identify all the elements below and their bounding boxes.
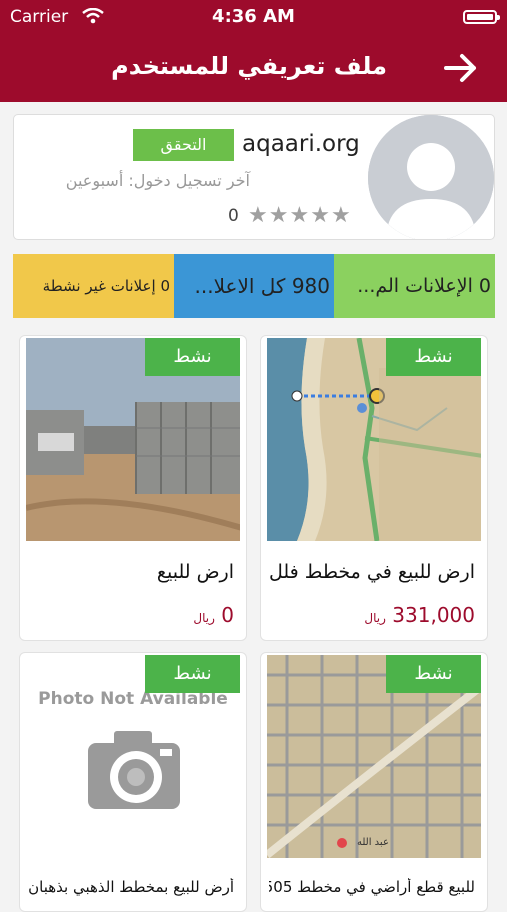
page-title: ملف تعريفي للمستخدم xyxy=(111,52,387,80)
listing-title: ارض للبيع xyxy=(156,561,234,583)
status-badge: نشط xyxy=(386,338,481,376)
clock: 4:36 AM xyxy=(212,6,295,27)
star-icon: ★ xyxy=(310,203,331,228)
listing-price: 331,000 ريال xyxy=(364,603,475,627)
stats-bar: 0 إعلانات غير نشطة 980 كل الاعلا... 0 ال… xyxy=(13,254,495,318)
tab-all-ads[interactable]: 980 كل الاعلا... xyxy=(174,254,334,318)
listing-card[interactable]: Photo Not Available نشط أرض للبيع بمخطط … xyxy=(19,652,247,912)
back-arrow-icon[interactable] xyxy=(443,50,479,86)
price-value: 0 xyxy=(221,603,234,627)
listing-title: للبيع قطع أراضي في مخطط 505 xyxy=(269,878,475,896)
last-login-text: آخر تسجيل دخول: أسبوعين xyxy=(65,171,250,190)
status-badge: نشط xyxy=(386,655,481,693)
verify-button[interactable]: التحقق xyxy=(133,129,234,161)
tab-inactive-ads[interactable]: 0 إعلانات غير نشطة xyxy=(13,254,174,318)
currency-label: ريال xyxy=(364,611,386,625)
currency-label: ريال xyxy=(193,611,215,625)
star-icon: ★ xyxy=(268,203,290,228)
rating-count: 0 xyxy=(228,206,239,226)
status-badge: نشط xyxy=(145,655,240,693)
listing-title: أرض للبيع بمخطط الذهبي بذهبان xyxy=(28,878,234,896)
rating-stars: ★★★★★ xyxy=(248,203,352,228)
listing-card[interactable]: نشط ارض للبيع 0 ريال xyxy=(19,335,247,641)
profile-card: aqaari.org التحقق آخر تسجيل دخول: أسبوعي… xyxy=(13,114,495,240)
tab-active-ads[interactable]: 0 الإعلانات الم... xyxy=(334,254,495,318)
map-label: عبد الله xyxy=(357,837,389,848)
listing-title: ارض للبيع في مخطط فلل xyxy=(269,561,475,583)
star-icon: ★ xyxy=(248,203,269,228)
battery-icon xyxy=(463,10,500,24)
nav-bar: ملف تعريفي للمستخدم xyxy=(0,34,507,102)
listing-price: 0 ريال xyxy=(193,603,234,627)
username: aqaari.org xyxy=(242,131,360,157)
status-bar: Carrier 4:36 AM xyxy=(0,0,507,34)
price-value: 331,000 xyxy=(392,603,475,627)
user-placeholder-icon xyxy=(368,115,494,239)
listing-card[interactable]: عبد الله نشط للبيع قطع أراضي في مخطط 505 xyxy=(260,652,488,912)
status-badge: نشط xyxy=(145,338,240,376)
star-icon: ★ xyxy=(289,203,311,228)
star-icon: ★ xyxy=(330,203,352,228)
listing-card[interactable]: نشط ارض للبيع في مخطط فلل 331,000 ريال xyxy=(260,335,488,641)
camera-icon xyxy=(88,731,180,809)
avatar[interactable] xyxy=(368,115,494,239)
